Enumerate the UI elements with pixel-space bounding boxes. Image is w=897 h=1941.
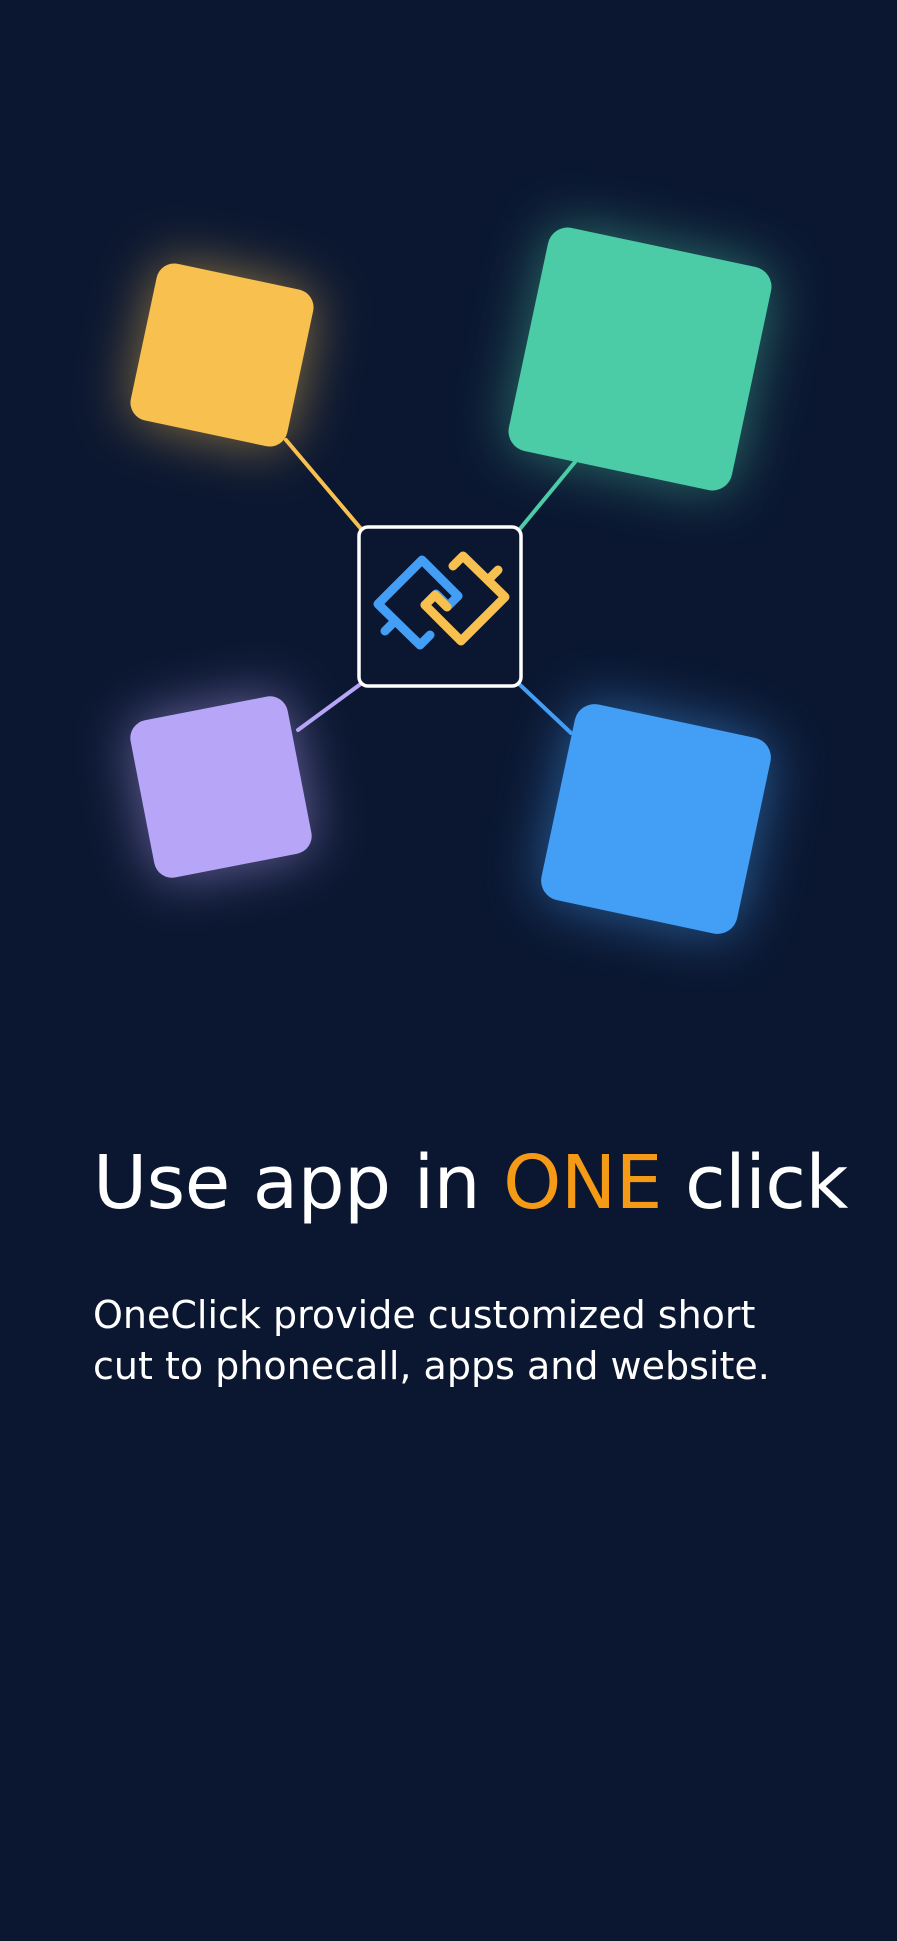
tile-green <box>508 227 772 491</box>
onboarding-description: OneClick provide customized short cut to… <box>93 1293 770 1388</box>
headline-text-after: click <box>661 1140 848 1226</box>
tile-yellow <box>130 263 314 447</box>
connector-yellow <box>284 438 364 532</box>
headline-accent: ONE <box>503 1140 662 1226</box>
headline-text-before: Use app in <box>93 1140 504 1226</box>
tile-purple <box>130 696 312 878</box>
tile-blue <box>541 704 771 934</box>
center-logo <box>357 525 523 688</box>
hero-illustration <box>130 227 772 934</box>
connector-purple <box>296 681 364 732</box>
onboarding-headline: Use app in ONE click <box>93 1140 848 1226</box>
connector-green <box>517 460 577 532</box>
connector-blue <box>516 681 573 735</box>
onboarding-screen: Use app in ONE click OneClick provide cu… <box>0 0 897 1941</box>
